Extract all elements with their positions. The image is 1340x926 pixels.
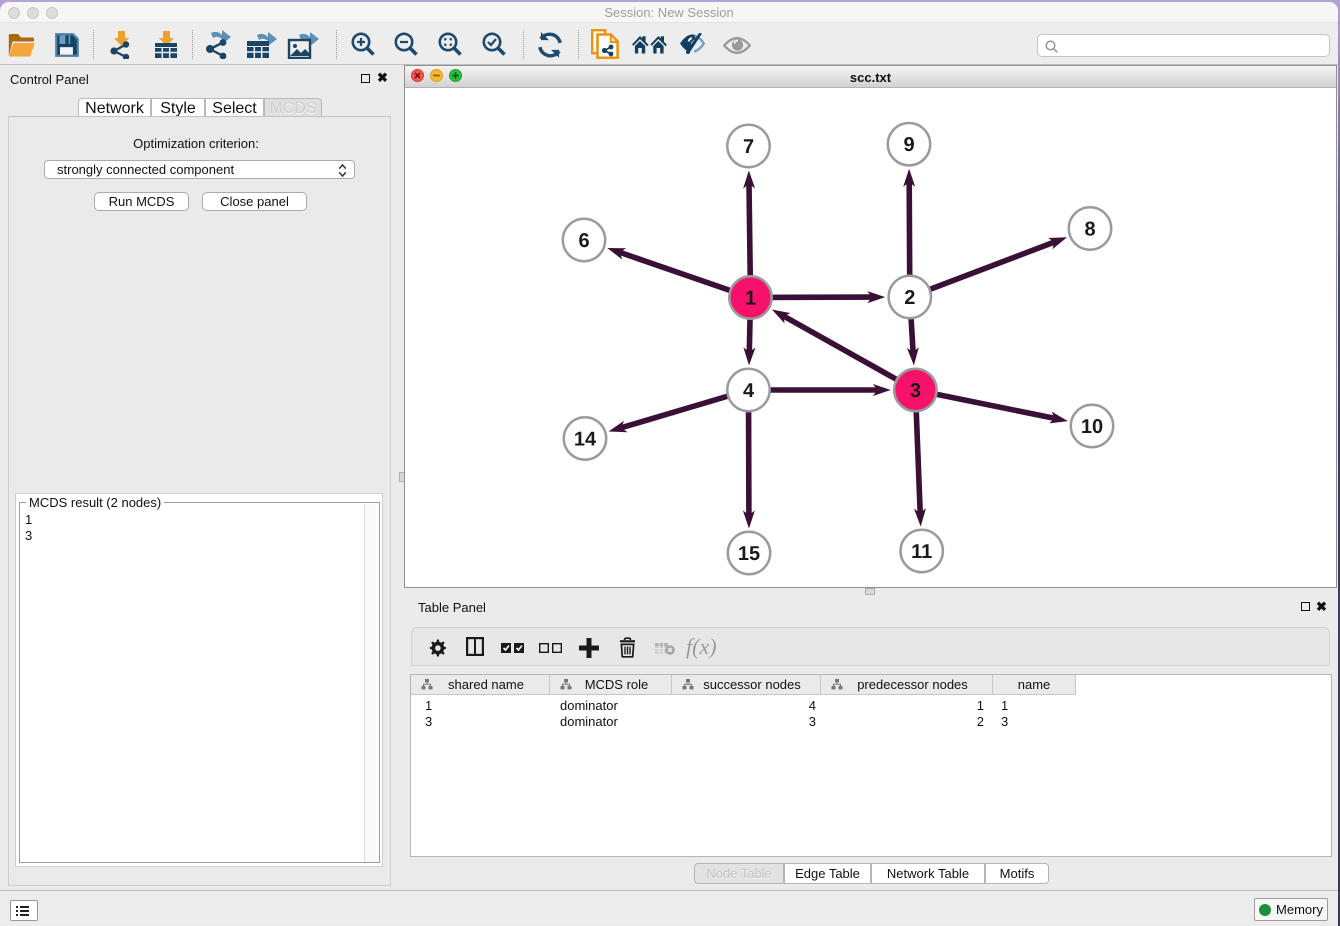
svg-text:3: 3 <box>910 380 921 402</box>
svg-text:2: 2 <box>904 287 915 309</box>
svg-text:15: 15 <box>738 543 760 565</box>
svg-text:10: 10 <box>1081 416 1103 438</box>
svg-text:11: 11 <box>911 541 932 563</box>
svg-text:7: 7 <box>743 136 754 158</box>
svg-text:4: 4 <box>743 380 755 402</box>
svg-text:1: 1 <box>745 288 756 310</box>
svg-text:6: 6 <box>578 230 589 252</box>
svg-text:8: 8 <box>1084 219 1095 241</box>
svg-text:14: 14 <box>574 429 597 451</box>
svg-text:9: 9 <box>903 134 914 156</box>
